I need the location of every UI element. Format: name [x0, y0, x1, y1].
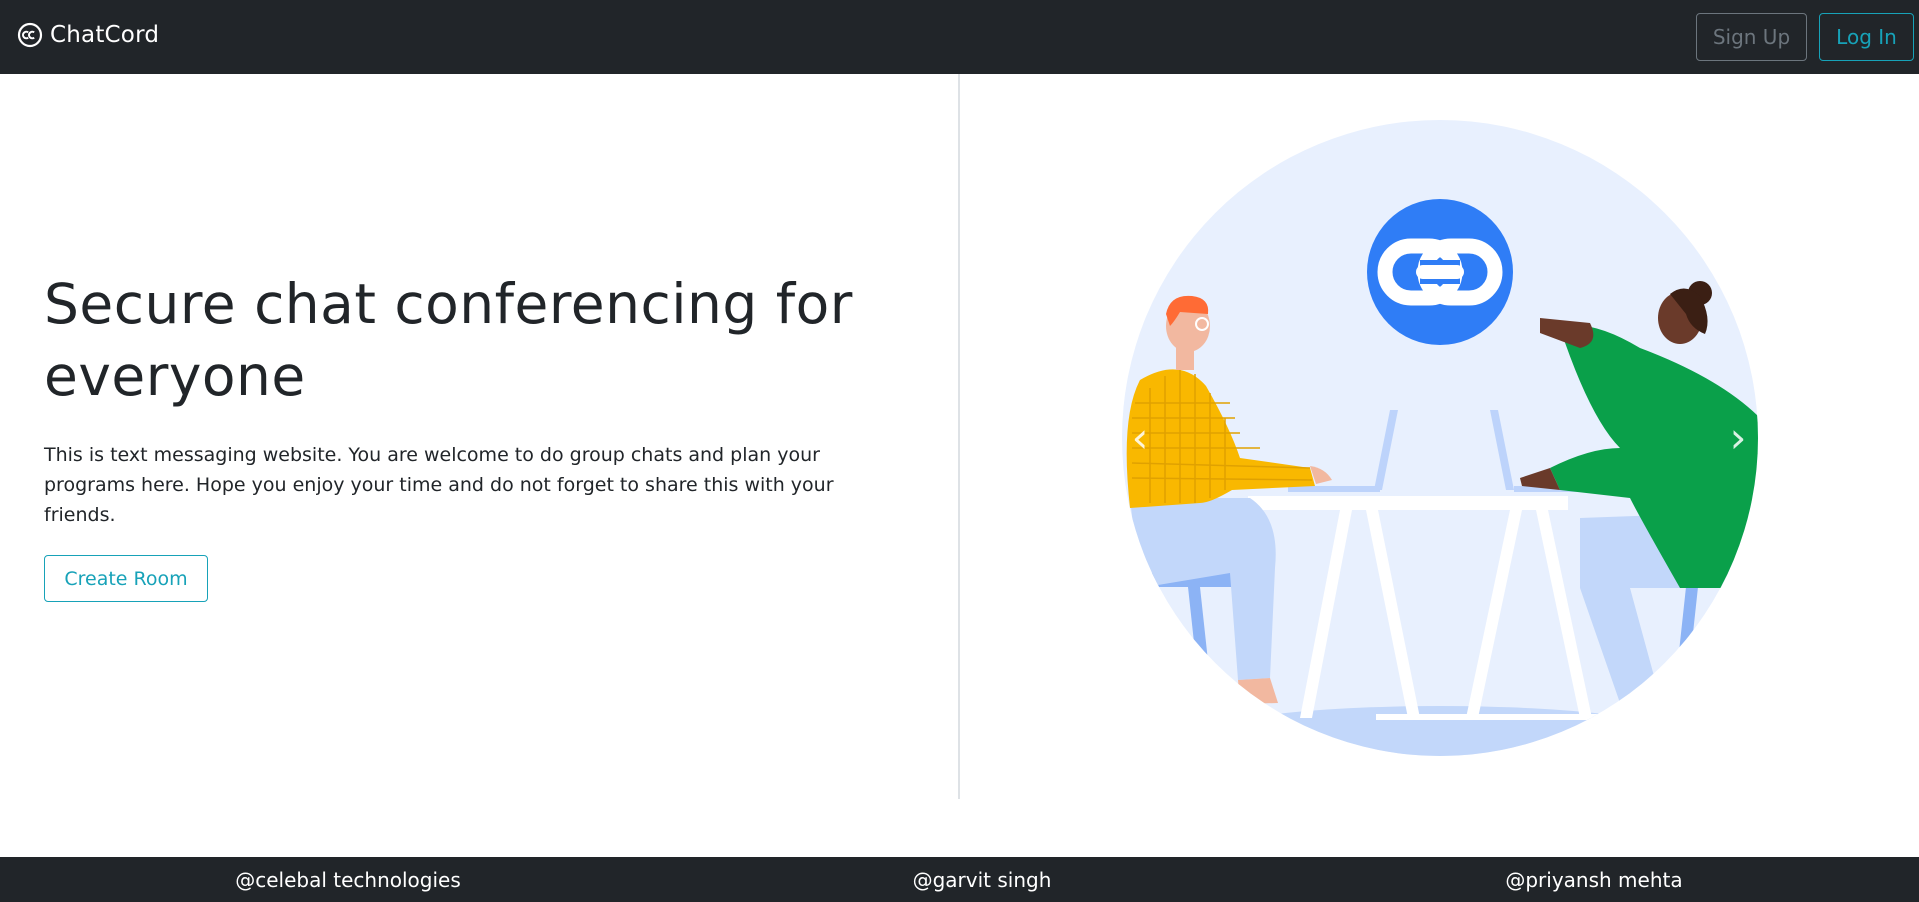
carousel-prev-button[interactable]: ‹	[1120, 408, 1160, 468]
chat-illustration	[1122, 120, 1758, 756]
navbar: ChatCord Sign Up Log In	[0, 0, 1919, 74]
create-room-button[interactable]: Create Room	[44, 555, 208, 602]
login-button[interactable]: Log In	[1819, 13, 1914, 61]
carousel-next-button[interactable]: ›	[1718, 408, 1758, 468]
hero-section	[0, 74, 958, 799]
brand-name: ChatCord	[50, 22, 160, 48]
hero-title: Secure chat conferencing for everyone	[44, 272, 853, 408]
chevron-left-icon: ‹	[1131, 413, 1149, 462]
footer-link-garvit[interactable]: @garvit singh	[782, 868, 1182, 892]
footer-link-priyansh[interactable]: @priyansh mehta	[1394, 868, 1794, 892]
signup-button[interactable]: Sign Up	[1696, 13, 1807, 61]
chevron-right-icon: ›	[1729, 413, 1747, 462]
cc-logo-icon	[17, 22, 43, 48]
footer-link-celebal[interactable]: @celebal technologies	[148, 868, 548, 892]
vertical-divider	[958, 74, 960, 799]
footer: @celebal technologies @garvit singh @pri…	[0, 857, 1919, 902]
brand-link[interactable]: ChatCord	[17, 22, 159, 48]
illustration-carousel: ‹ ›	[1120, 118, 1760, 758]
hero-description: This is text messaging website. You are …	[44, 444, 834, 526]
